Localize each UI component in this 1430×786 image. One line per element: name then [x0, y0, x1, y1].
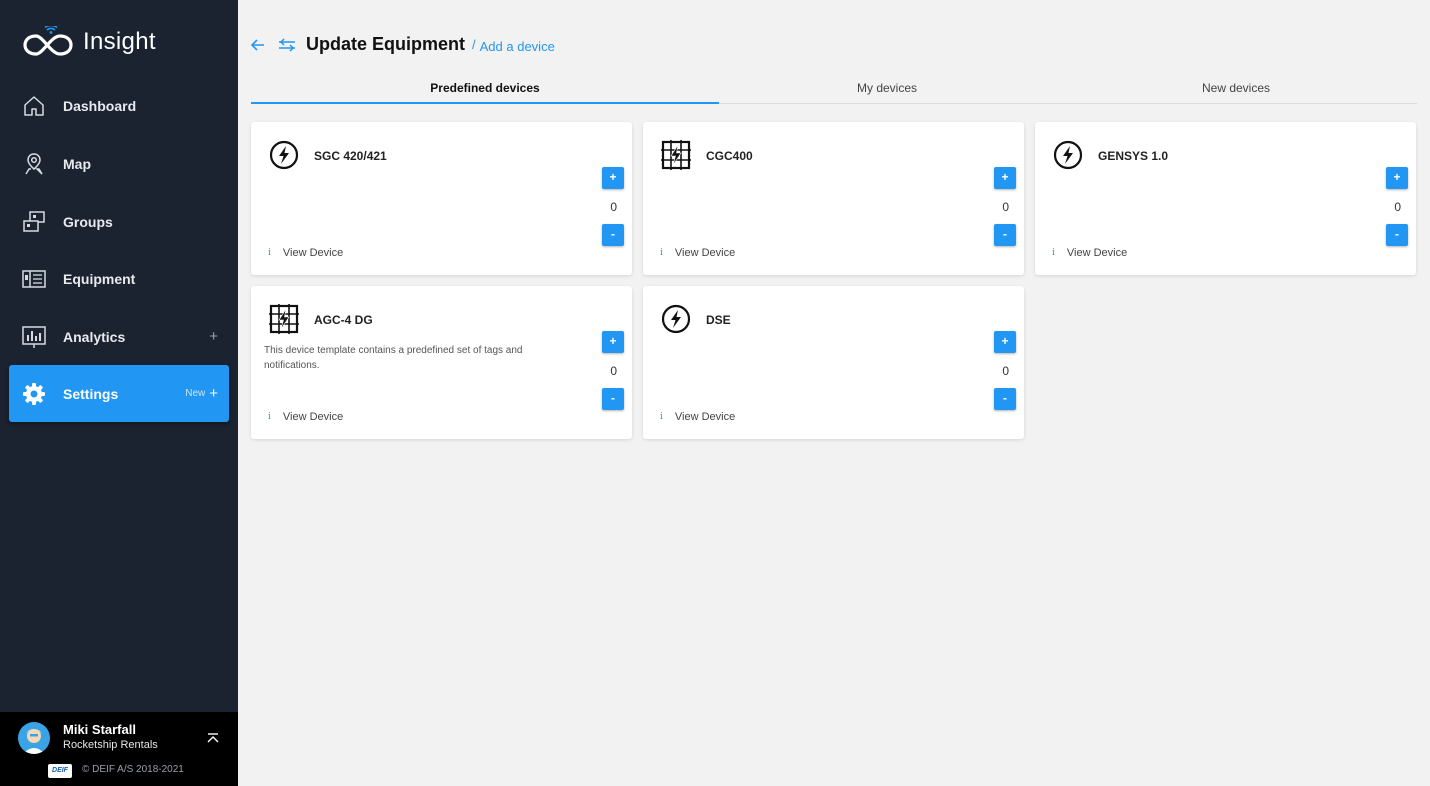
map-pin-icon: [9, 152, 59, 176]
expand-plus-icon[interactable]: +: [209, 385, 218, 402]
device-name: GENSYS 1.0: [1098, 149, 1169, 163]
device-name: DSE: [706, 313, 731, 327]
sliders-icon: [278, 37, 296, 53]
user-panel: Miki Starfall Rocketship Rentals DEIF © …: [0, 712, 238, 786]
device-tabs: Predefined devices My devices New device…: [251, 78, 1417, 104]
sidebar-item-label: Equipment: [63, 270, 136, 287]
analytics-icon: [9, 324, 59, 350]
tab-new-devices[interactable]: New devices: [1055, 78, 1417, 104]
brand[interactable]: Insight: [23, 26, 156, 58]
home-icon: [9, 94, 59, 118]
info-icon: i: [268, 248, 271, 258]
lightning-circle-icon: [1053, 140, 1083, 170]
sidebar-item-label: Dashboard: [63, 97, 137, 114]
device-quantity: 0: [1002, 200, 1009, 214]
page-header: Update Equipment / Add a device: [250, 34, 555, 55]
sidebar-item-analytics[interactable]: Analytics +: [9, 308, 229, 365]
app-name: Insight: [83, 28, 156, 55]
sidebar: Insight Dashboard Map Groups Equipment A…: [0, 0, 238, 786]
sidebar-item-settings[interactable]: Settings New +: [9, 365, 229, 422]
device-card: GENSYS 1.0 + 0 - i View Device: [1035, 122, 1416, 275]
add-quantity-button[interactable]: +: [602, 331, 624, 353]
remove-quantity-button[interactable]: -: [602, 224, 624, 246]
device-card: SGC 420/421 + 0 - i View Device: [251, 122, 632, 275]
sidebar-item-label: Groups: [63, 213, 113, 230]
view-device-link[interactable]: i View Device: [660, 247, 735, 259]
deif-logo: DEIF: [48, 764, 72, 778]
remove-quantity-button[interactable]: -: [994, 388, 1016, 410]
device-quantity: 0: [610, 364, 617, 378]
device-name: AGC-4 DG: [314, 313, 373, 327]
breadcrumb-separator: /: [472, 37, 476, 52]
view-device-link[interactable]: i View Device: [1052, 247, 1127, 259]
view-device-link[interactable]: i View Device: [268, 247, 343, 259]
lightning-circle-icon: [661, 304, 691, 334]
user-name: Miki Starfall: [63, 722, 136, 737]
info-icon: i: [660, 248, 663, 258]
device-name: SGC 420/421: [314, 149, 387, 163]
sidebar-item-label: Map: [63, 155, 91, 172]
add-quantity-button[interactable]: +: [602, 167, 624, 189]
avatar[interactable]: [18, 722, 50, 754]
copyright: © DEIF A/S 2018-2021: [82, 764, 184, 775]
add-quantity-button[interactable]: +: [994, 331, 1016, 353]
sidebar-item-map[interactable]: Map: [9, 135, 229, 192]
back-arrow-icon[interactable]: [250, 37, 266, 53]
chevron-up-icon[interactable]: [205, 732, 221, 746]
remove-quantity-button[interactable]: -: [994, 224, 1016, 246]
gear-icon: [9, 381, 59, 407]
info-icon: i: [1052, 248, 1055, 258]
lightning-circle-icon: [269, 140, 299, 170]
breadcrumb[interactable]: Add a device: [480, 39, 555, 54]
page-title: Update Equipment: [306, 34, 466, 54]
view-device-label: View Device: [674, 411, 736, 423]
info-icon: i: [660, 412, 663, 422]
remove-quantity-button[interactable]: -: [1386, 224, 1408, 246]
device-card: DSE + 0 - i View Device: [643, 286, 1024, 439]
new-badge: New: [185, 388, 206, 399]
infinity-wifi-logo-icon: [23, 26, 73, 56]
add-quantity-button[interactable]: +: [1386, 167, 1408, 189]
groups-icon: [9, 209, 59, 235]
add-quantity-button[interactable]: +: [994, 167, 1016, 189]
device-name: CGC400: [706, 149, 753, 163]
view-device-link[interactable]: i View Device: [660, 411, 735, 423]
info-icon: i: [268, 412, 271, 422]
sidebar-item-equipment[interactable]: Equipment: [9, 250, 229, 307]
tab-my-devices[interactable]: My devices: [719, 78, 1055, 104]
device-quantity: 0: [1394, 200, 1401, 214]
lightning-grid-icon: [661, 140, 691, 170]
expand-plus-icon[interactable]: +: [209, 328, 218, 345]
sidebar-item-label: Settings: [63, 385, 119, 402]
device-quantity: 0: [1002, 364, 1009, 378]
device-quantity: 0: [610, 200, 617, 214]
equipment-icon: [9, 267, 59, 291]
remove-quantity-button[interactable]: -: [602, 388, 624, 410]
lightning-grid-icon: [269, 304, 299, 334]
sidebar-item-label: Analytics: [63, 328, 126, 345]
user-organization: Rocketship Rentals: [63, 739, 158, 751]
view-device-label: View Device: [282, 247, 344, 259]
device-card: AGC-4 DG This device template contains a…: [251, 286, 632, 439]
view-device-label: View Device: [282, 411, 344, 423]
view-device-label: View Device: [674, 247, 736, 259]
view-device-link[interactable]: i View Device: [268, 411, 343, 423]
device-description: This device template contains a predefin…: [264, 345, 523, 371]
sidebar-item-dashboard[interactable]: Dashboard: [9, 77, 229, 134]
tab-predefined-devices[interactable]: Predefined devices: [251, 78, 719, 104]
device-card: CGC400 + 0 - i View Device: [643, 122, 1024, 275]
sidebar-item-groups[interactable]: Groups: [9, 193, 229, 250]
view-device-label: View Device: [1066, 247, 1128, 259]
